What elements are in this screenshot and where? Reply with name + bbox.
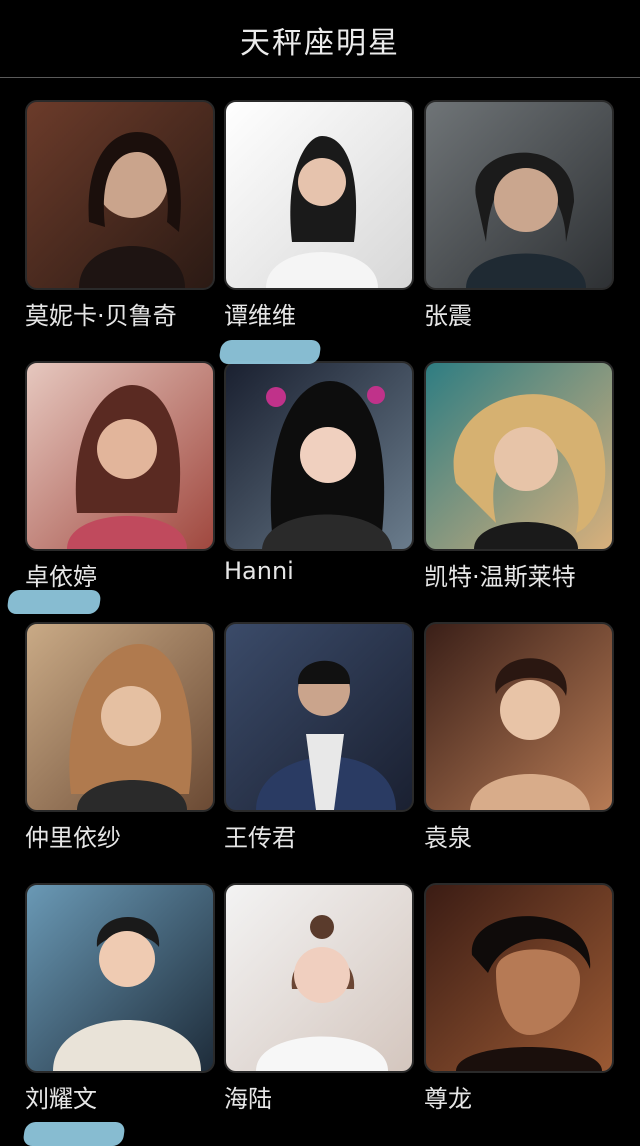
highlight-mark [22, 1122, 126, 1146]
highlight-mark [6, 590, 102, 614]
star-photo[interactable] [424, 100, 614, 290]
portrait-silhouette-icon [256, 915, 388, 1071]
portrait-silhouette-icon [266, 136, 378, 288]
star-photo[interactable] [424, 883, 614, 1073]
star-name: 王传君 [224, 824, 296, 852]
star-name: 刘耀文 [25, 1085, 97, 1113]
star-photo[interactable] [424, 361, 614, 551]
star-photo[interactable] [25, 883, 215, 1073]
portrait-silhouette-icon [466, 152, 586, 288]
star-photo[interactable] [25, 100, 215, 290]
star-name: 袁泉 [424, 824, 472, 852]
star-name: 张震 [424, 302, 472, 330]
star-photo[interactable] [25, 361, 215, 551]
star-photo[interactable] [224, 883, 414, 1073]
star-photo[interactable] [424, 622, 614, 812]
star-name: 卓依婷 [25, 563, 97, 591]
star-photo[interactable] [224, 361, 414, 551]
star-name: 莫妮卡·贝鲁奇 [25, 302, 177, 330]
star-name: Hanni [224, 557, 294, 585]
portrait-silhouette-icon [53, 917, 201, 1071]
portrait-silhouette-icon [79, 132, 185, 288]
page-title: 天秤座明星 [240, 26, 400, 61]
portrait-silhouette-icon [470, 658, 590, 810]
app-header: 天秤座明星 [0, 0, 640, 78]
star-name: 凯特·温斯莱特 [424, 563, 576, 591]
highlight-mark [218, 340, 322, 364]
star-photo[interactable] [224, 100, 414, 290]
portrait-silhouette-icon [69, 644, 192, 810]
portrait-silhouette-icon [262, 381, 392, 549]
portrait-silhouette-icon [67, 385, 187, 549]
star-name: 尊龙 [424, 1085, 472, 1113]
portrait-silhouette-icon [256, 660, 396, 810]
star-photo[interactable] [224, 622, 414, 812]
portrait-silhouette-icon [453, 394, 606, 549]
star-name: 谭维维 [224, 302, 296, 330]
star-photo[interactable] [25, 622, 215, 812]
star-name: 仲里依纱 [25, 824, 121, 852]
portrait-silhouette-icon [456, 916, 602, 1071]
star-name: 海陆 [224, 1085, 272, 1113]
